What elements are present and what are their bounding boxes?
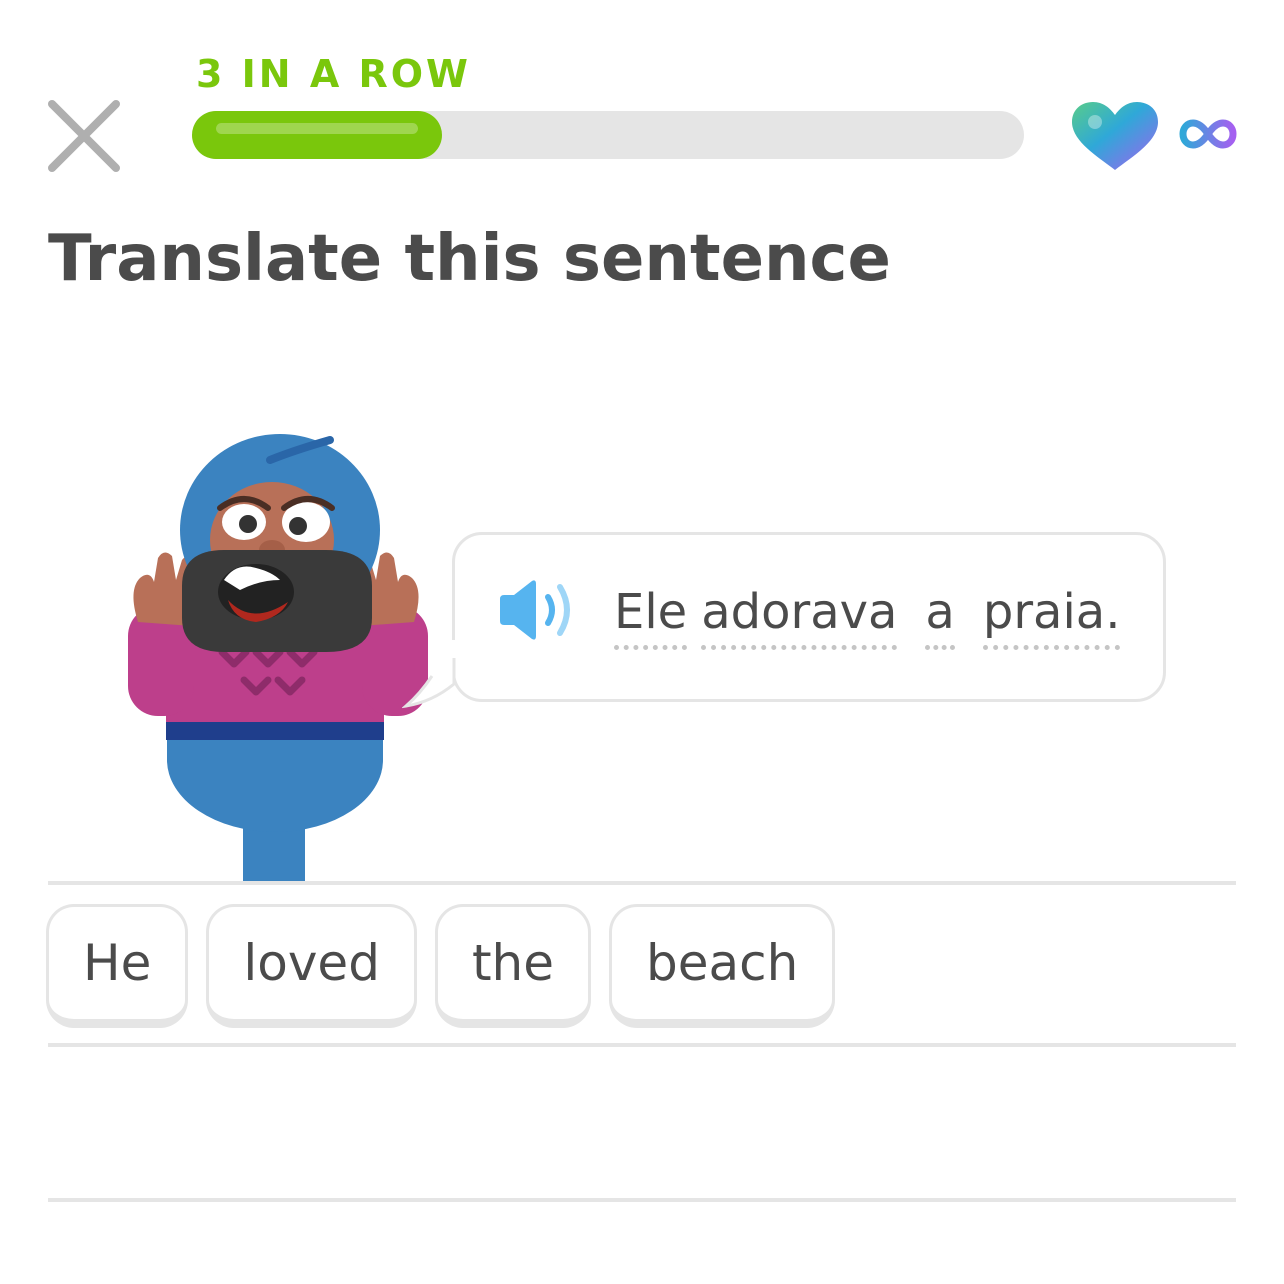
prompt-word[interactable]: adorava — [701, 584, 898, 650]
speech-bubble-tail — [402, 640, 456, 709]
word-chip[interactable]: beach — [609, 904, 836, 1028]
hearts-indicator[interactable] — [1070, 100, 1160, 172]
prompt-word[interactable]: Ele — [614, 584, 688, 650]
speaker-icon — [500, 580, 570, 640]
answer-line-top — [48, 881, 1236, 885]
progress-fill — [192, 111, 442, 159]
infinite-lives — [1179, 118, 1237, 150]
word-chip[interactable]: loved — [206, 904, 417, 1028]
streak-label: 3 IN A ROW — [196, 52, 471, 96]
answer-line-middle — [48, 1043, 1236, 1047]
prompt-word[interactable]: a — [925, 584, 956, 650]
exercise-title: Translate this sentence — [48, 222, 891, 296]
word-chip[interactable]: the — [434, 904, 591, 1028]
infinity-icon — [1179, 119, 1237, 149]
close-icon — [48, 100, 120, 172]
answer-area: He loved the beach — [46, 904, 836, 1028]
prompt-sentence: Ele adorava a praia. — [614, 584, 1120, 650]
play-audio-button[interactable] — [496, 577, 580, 643]
character-illustration — [120, 430, 440, 882]
close-button[interactable] — [44, 96, 124, 176]
word-chip[interactable]: He — [46, 904, 189, 1028]
heart-icon — [1072, 102, 1158, 170]
answer-line-bottom — [48, 1198, 1236, 1202]
prompt-word[interactable]: praia. — [982, 584, 1120, 650]
progress-shine — [216, 123, 418, 134]
progress-bar — [192, 111, 1024, 159]
